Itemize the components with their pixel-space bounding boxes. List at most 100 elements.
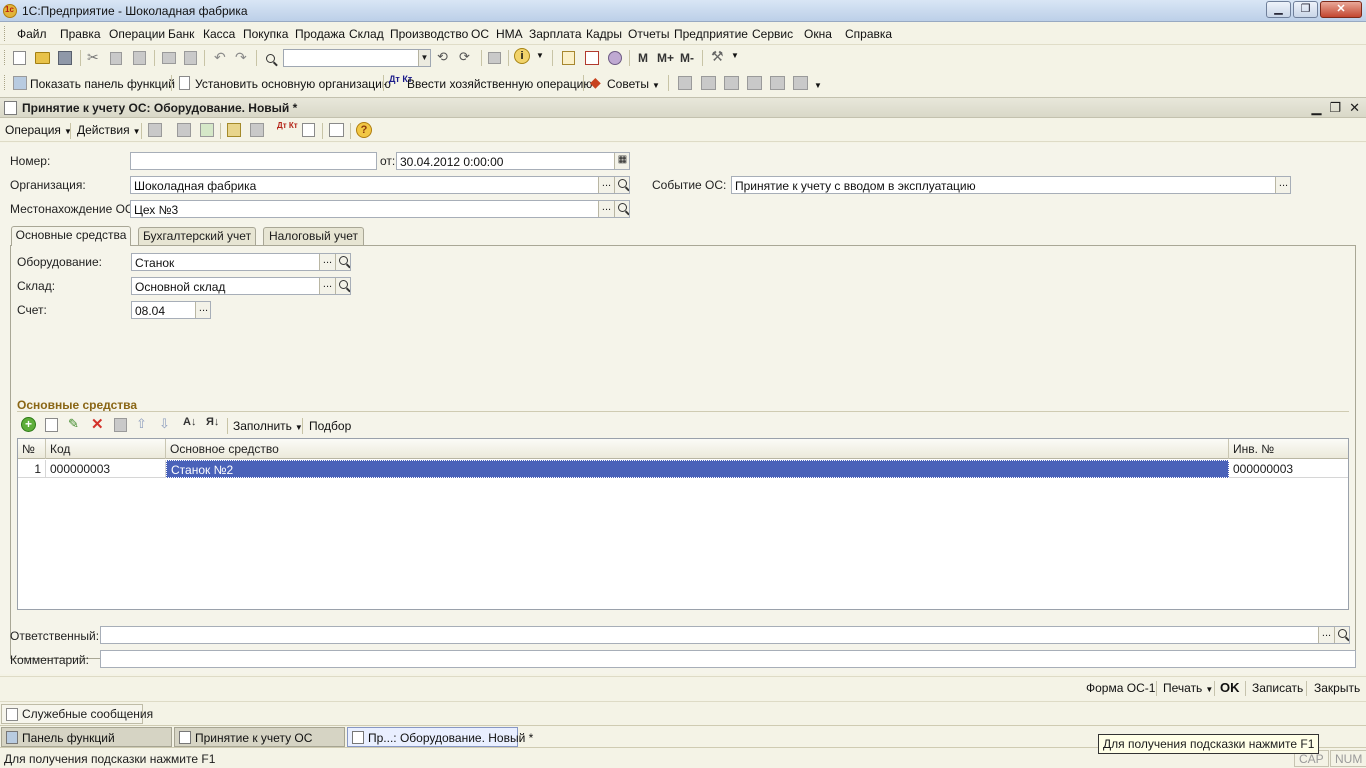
based-on-icon[interactable] xyxy=(227,123,241,137)
structure-icon[interactable] xyxy=(250,123,264,137)
sort-asc-icon[interactable]: A↓ xyxy=(183,416,196,428)
movements-dt-kt-icon[interactable]: Дт Кт xyxy=(277,122,298,130)
menu-enterprise[interactable]: Предприятие xyxy=(674,27,748,41)
menu-os[interactable]: ОС xyxy=(471,27,489,41)
delete-row-icon[interactable]: ✕ xyxy=(91,415,104,433)
account-field[interactable]: 08.04 ... xyxy=(131,301,211,319)
document-minimize-button[interactable]: ▁ xyxy=(1311,100,1321,116)
settings-report-icon[interactable] xyxy=(793,76,808,90)
row-code[interactable]: 000000003 xyxy=(46,460,166,478)
add-row-icon[interactable]: + xyxy=(21,417,36,432)
equipment-select-button[interactable]: ... xyxy=(319,254,335,270)
menu-operations[interactable]: Операции xyxy=(109,27,165,41)
warehouse-field[interactable]: Основной склад ... xyxy=(131,277,351,295)
menu-service[interactable]: Сервис xyxy=(752,27,793,41)
table-row[interactable]: 1 000000003 Станок №2 000000003 xyxy=(18,460,1348,478)
chevron-down-icon[interactable]: ▼ xyxy=(814,81,822,90)
find-prev-icon[interactable]: ⟳ xyxy=(459,49,470,65)
help-icon[interactable]: ? xyxy=(356,122,372,138)
show-function-panel-button[interactable]: Показать панель функций xyxy=(30,77,175,91)
export-icon[interactable] xyxy=(770,76,785,90)
open-folder-icon[interactable] xyxy=(35,52,50,64)
row-asset-name[interactable]: Станок №2 xyxy=(166,460,1229,478)
print-icon[interactable] xyxy=(162,52,176,64)
menu-nma[interactable]: НМА xyxy=(496,27,523,41)
service-messages-button[interactable]: Служебные сообщения xyxy=(1,704,153,724)
set-main-organization-button[interactable]: Установить основную организацию xyxy=(195,77,391,91)
column-header-number[interactable]: № xyxy=(18,439,46,459)
document-close-button[interactable]: ✕ xyxy=(1349,100,1360,116)
report-icon[interactable] xyxy=(678,76,692,90)
menu-purchase[interactable]: Покупка xyxy=(243,27,288,41)
users-icon[interactable] xyxy=(608,51,622,65)
paste-icon[interactable] xyxy=(133,51,146,65)
people-report-icon[interactable] xyxy=(724,76,739,90)
menu-help[interactable]: Справка xyxy=(845,27,892,41)
equipment-field[interactable]: Станок ... xyxy=(131,253,351,271)
save-button[interactable]: Записать xyxy=(1252,681,1303,695)
event-os-field[interactable]: Принятие к учету с вводом в эксплуатацию… xyxy=(731,176,1291,194)
save-disk-icon[interactable] xyxy=(58,51,72,65)
people-list-icon[interactable] xyxy=(747,76,762,90)
unpost-icon[interactable] xyxy=(177,123,191,137)
event-os-select-button[interactable]: ... xyxy=(1275,177,1290,193)
sort-desc-icon[interactable]: Я↓ xyxy=(206,416,219,428)
tab-fixed-assets[interactable]: Основные средства xyxy=(11,226,131,246)
new-document-icon[interactable] xyxy=(13,51,26,65)
find-next-icon[interactable]: ⟲ xyxy=(437,49,448,65)
calculator-icon[interactable] xyxy=(562,51,575,65)
row-inventory-number[interactable]: 000000003 xyxy=(1229,460,1349,478)
menu-edit[interactable]: Правка xyxy=(60,27,101,41)
account-select-button[interactable]: ... xyxy=(195,302,210,318)
menu-warehouse[interactable]: Склад xyxy=(349,27,384,41)
location-select-button[interactable]: ... xyxy=(598,201,614,217)
tools-icon[interactable]: ⚒ xyxy=(711,48,724,65)
document-restore-button[interactable]: ❐ xyxy=(1329,100,1341,116)
warehouse-select-button[interactable]: ... xyxy=(319,278,335,294)
search-icon[interactable] xyxy=(335,278,350,294)
calendar-icon[interactable]: ▦ xyxy=(614,153,629,169)
table-report-icon[interactable] xyxy=(701,76,716,90)
pick-button[interactable]: Подбор xyxy=(309,419,351,433)
search-icon[interactable] xyxy=(614,201,629,217)
move-up-icon[interactable]: ⇧ xyxy=(136,416,147,432)
menu-windows[interactable]: Окна xyxy=(804,27,832,41)
number-field[interactable] xyxy=(130,152,377,170)
location-field[interactable]: Цех №3 ... xyxy=(130,200,630,218)
memory-minus-button[interactable]: M- xyxy=(680,51,694,65)
print-preview-icon[interactable] xyxy=(184,51,197,65)
chevron-down-icon[interactable]: ▼ xyxy=(418,50,430,66)
fixed-assets-table[interactable]: № Код Основное средство Инв. № 1 0000000… xyxy=(17,438,1349,610)
tips-button[interactable]: Советы xyxy=(607,77,649,91)
chevron-down-icon[interactable]: ▼ xyxy=(652,81,660,90)
minimize-button[interactable]: ▁ xyxy=(1266,1,1291,18)
redo-icon[interactable]: ↷ xyxy=(235,49,247,66)
post-icon[interactable] xyxy=(148,123,162,137)
comment-field[interactable] xyxy=(100,650,1356,668)
form-os1-button[interactable]: Форма ОС-1 xyxy=(1086,681,1155,695)
search-icon[interactable] xyxy=(335,254,350,270)
maximize-button[interactable]: ❐ xyxy=(1293,1,1318,18)
column-header-asset[interactable]: Основное средство xyxy=(166,439,1229,459)
responsible-field[interactable]: ... xyxy=(100,626,1350,644)
undo-icon[interactable]: ↶ xyxy=(214,49,226,66)
search-icon[interactable] xyxy=(263,51,277,65)
responsible-select-button[interactable]: ... xyxy=(1318,627,1334,643)
close-button[interactable]: Закрыть xyxy=(1314,681,1360,695)
menu-file[interactable]: Файл xyxy=(17,27,47,41)
tab-accounting[interactable]: Бухгалтерский учет xyxy=(138,227,256,246)
windows-icon[interactable] xyxy=(488,52,501,64)
menu-cash[interactable]: Касса xyxy=(203,27,235,41)
column-header-inventory[interactable]: Инв. № xyxy=(1229,439,1349,459)
task-current-document[interactable]: Пр...: Оборудование. Новый * xyxy=(347,727,533,747)
operation-menu-button[interactable]: Операция ▼ xyxy=(5,123,72,137)
copy-row-icon[interactable] xyxy=(45,418,58,432)
search-icon[interactable] xyxy=(614,177,629,193)
column-header-code[interactable]: Код xyxy=(46,439,166,459)
enter-business-operation-button[interactable]: Ввести хозяйственную операцию xyxy=(407,77,592,91)
chevron-down-icon[interactable]: ▼ xyxy=(731,51,739,60)
menu-hr[interactable]: Кадры xyxy=(586,27,622,41)
organization-field[interactable]: Шоколадная фабрика ... xyxy=(130,176,630,194)
tab-tax[interactable]: Налоговый учет xyxy=(263,227,364,246)
copy-document-icon[interactable] xyxy=(200,123,214,137)
